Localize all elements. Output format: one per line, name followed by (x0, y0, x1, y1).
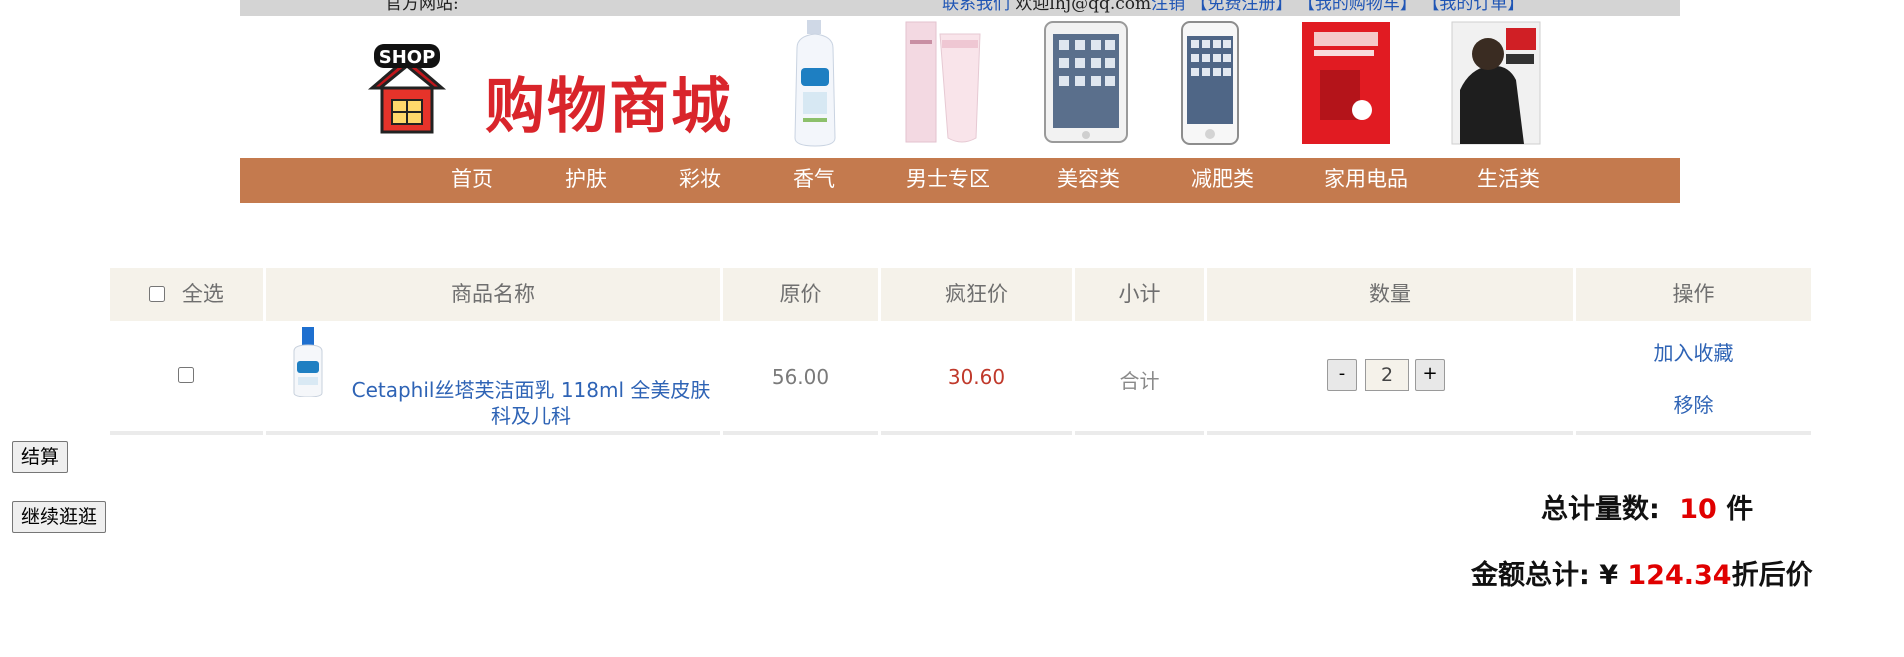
register-link[interactable]: 【免费注册】 (1191, 0, 1293, 14)
site-header: SHOP 购物商城 (240, 16, 1680, 158)
row-checkbox[interactable] (178, 367, 194, 383)
table-row-sale-price: 30.60 (881, 321, 1072, 435)
nav-item-fragrance[interactable]: 香气 (793, 163, 835, 193)
product-image-iphone[interactable] (1180, 20, 1240, 150)
main-nav: 首页 护肤 彩妆 香气 男士专区 美容类 减肥类 家用电品 生活类 (240, 158, 1680, 203)
quantity-increase-button[interactable]: + (1415, 359, 1445, 391)
product-image-java-book-red[interactable] (1300, 20, 1392, 150)
total-amount-value: 124.34 (1627, 560, 1732, 591)
header-quantity: 数量 (1207, 268, 1573, 321)
my-orders-link[interactable]: 【我的订单】 (1422, 0, 1524, 14)
select-all-label: 全选 (181, 282, 224, 306)
welcome-text: 欢迎lhj@qq.com (1015, 0, 1152, 14)
table-row-original-price: 56.00 (723, 321, 878, 435)
table-row-quantity: - 2 + (1207, 321, 1573, 435)
sale-price: 30.60 (947, 365, 1006, 389)
total-count-value: 10 (1679, 494, 1717, 525)
header-original-price: 原价 (723, 268, 878, 321)
product-image-cleanser[interactable] (785, 20, 845, 152)
subtotal: 合计 (1119, 369, 1160, 393)
original-price: 56.00 (771, 365, 830, 389)
product-name[interactable]: Cetaphil丝塔芙洁面乳 118ml 全美皮肤科及儿科 (352, 378, 711, 428)
total-count-label: 总计量数: (1541, 494, 1660, 525)
nav-item-slimming[interactable]: 减肥类 (1191, 163, 1254, 193)
logout-link[interactable]: 注销 (1151, 0, 1185, 14)
top-links: 联系我们 欢迎lhj@qq.com注销 【免费注册】 【我的购物车】 【我的订单… (942, 0, 1524, 14)
top-bar: 官方网站: 联系我们 欢迎lhj@qq.com注销 【免费注册】 【我的购物车】… (240, 0, 1680, 16)
nav-item-men[interactable]: 男士专区 (906, 163, 990, 193)
product-image-aupres[interactable] (902, 20, 984, 150)
total-count-unit: 件 (1726, 494, 1754, 525)
total-count: 总计量数: 10 件 (1541, 487, 1753, 526)
remove-item-link[interactable]: 移除 (1576, 389, 1811, 418)
product-thumbnail-cleanser[interactable] (290, 327, 326, 398)
table-row-select (110, 321, 263, 435)
my-cart-link[interactable]: 【我的购物车】 (1298, 0, 1417, 14)
product-image-ipad[interactable] (1043, 20, 1129, 148)
product-name-link[interactable]: Cetaphil丝塔芙洁面乳 118ml 全美皮肤科及儿科 (346, 377, 716, 429)
official-site-label: 官方网站: (385, 0, 459, 14)
total-amount-label: 金额总计: ¥ (1471, 560, 1618, 591)
site-logo-text: 购物商城 (485, 72, 733, 142)
header-actions: 操作 (1576, 268, 1811, 321)
nav-item-skincare[interactable]: 护肤 (565, 163, 607, 193)
table-row-subtotal: 合计 (1075, 321, 1204, 435)
header-product-name: 商品名称 (266, 268, 720, 321)
checkout-button[interactable]: 结算 (12, 441, 69, 473)
table-row-actions: 加入收藏 移除 (1576, 321, 1811, 435)
select-all-checkbox[interactable] (149, 286, 166, 302)
nav-item-appliances[interactable]: 家用电品 (1324, 163, 1408, 193)
quantity-input[interactable]: 2 (1365, 359, 1409, 391)
continue-shopping-button[interactable]: 继续逛逛 (12, 501, 107, 533)
total-amount-suffix: 折后价 (1731, 560, 1813, 591)
logo-badge-text: SHOP (379, 47, 436, 68)
nav-item-beauty[interactable]: 美容类 (1057, 163, 1120, 193)
table-row-product: Cetaphil丝塔芙洁面乳 118ml 全美皮肤科及儿科 (266, 321, 720, 435)
nav-item-living[interactable]: 生活类 (1477, 163, 1540, 193)
quantity-decrease-button[interactable]: - (1327, 359, 1357, 391)
header-subtotal: 小计 (1075, 268, 1204, 321)
add-favorite-link[interactable]: 加入收藏 (1576, 337, 1811, 366)
shop-logo-icon[interactable]: SHOP (364, 44, 450, 140)
contact-link[interactable]: 联系我们 (942, 0, 1010, 14)
total-amount: 金额总计: ¥ 124.34折后价 (1471, 553, 1813, 592)
header-select-all: 全选 (110, 268, 263, 321)
nav-item-home[interactable]: 首页 (451, 163, 493, 193)
header-sale-price: 疯狂价 (881, 268, 1072, 321)
product-image-crazy-java-book[interactable] (1450, 20, 1542, 150)
nav-item-makeup[interactable]: 彩妆 (679, 163, 721, 193)
